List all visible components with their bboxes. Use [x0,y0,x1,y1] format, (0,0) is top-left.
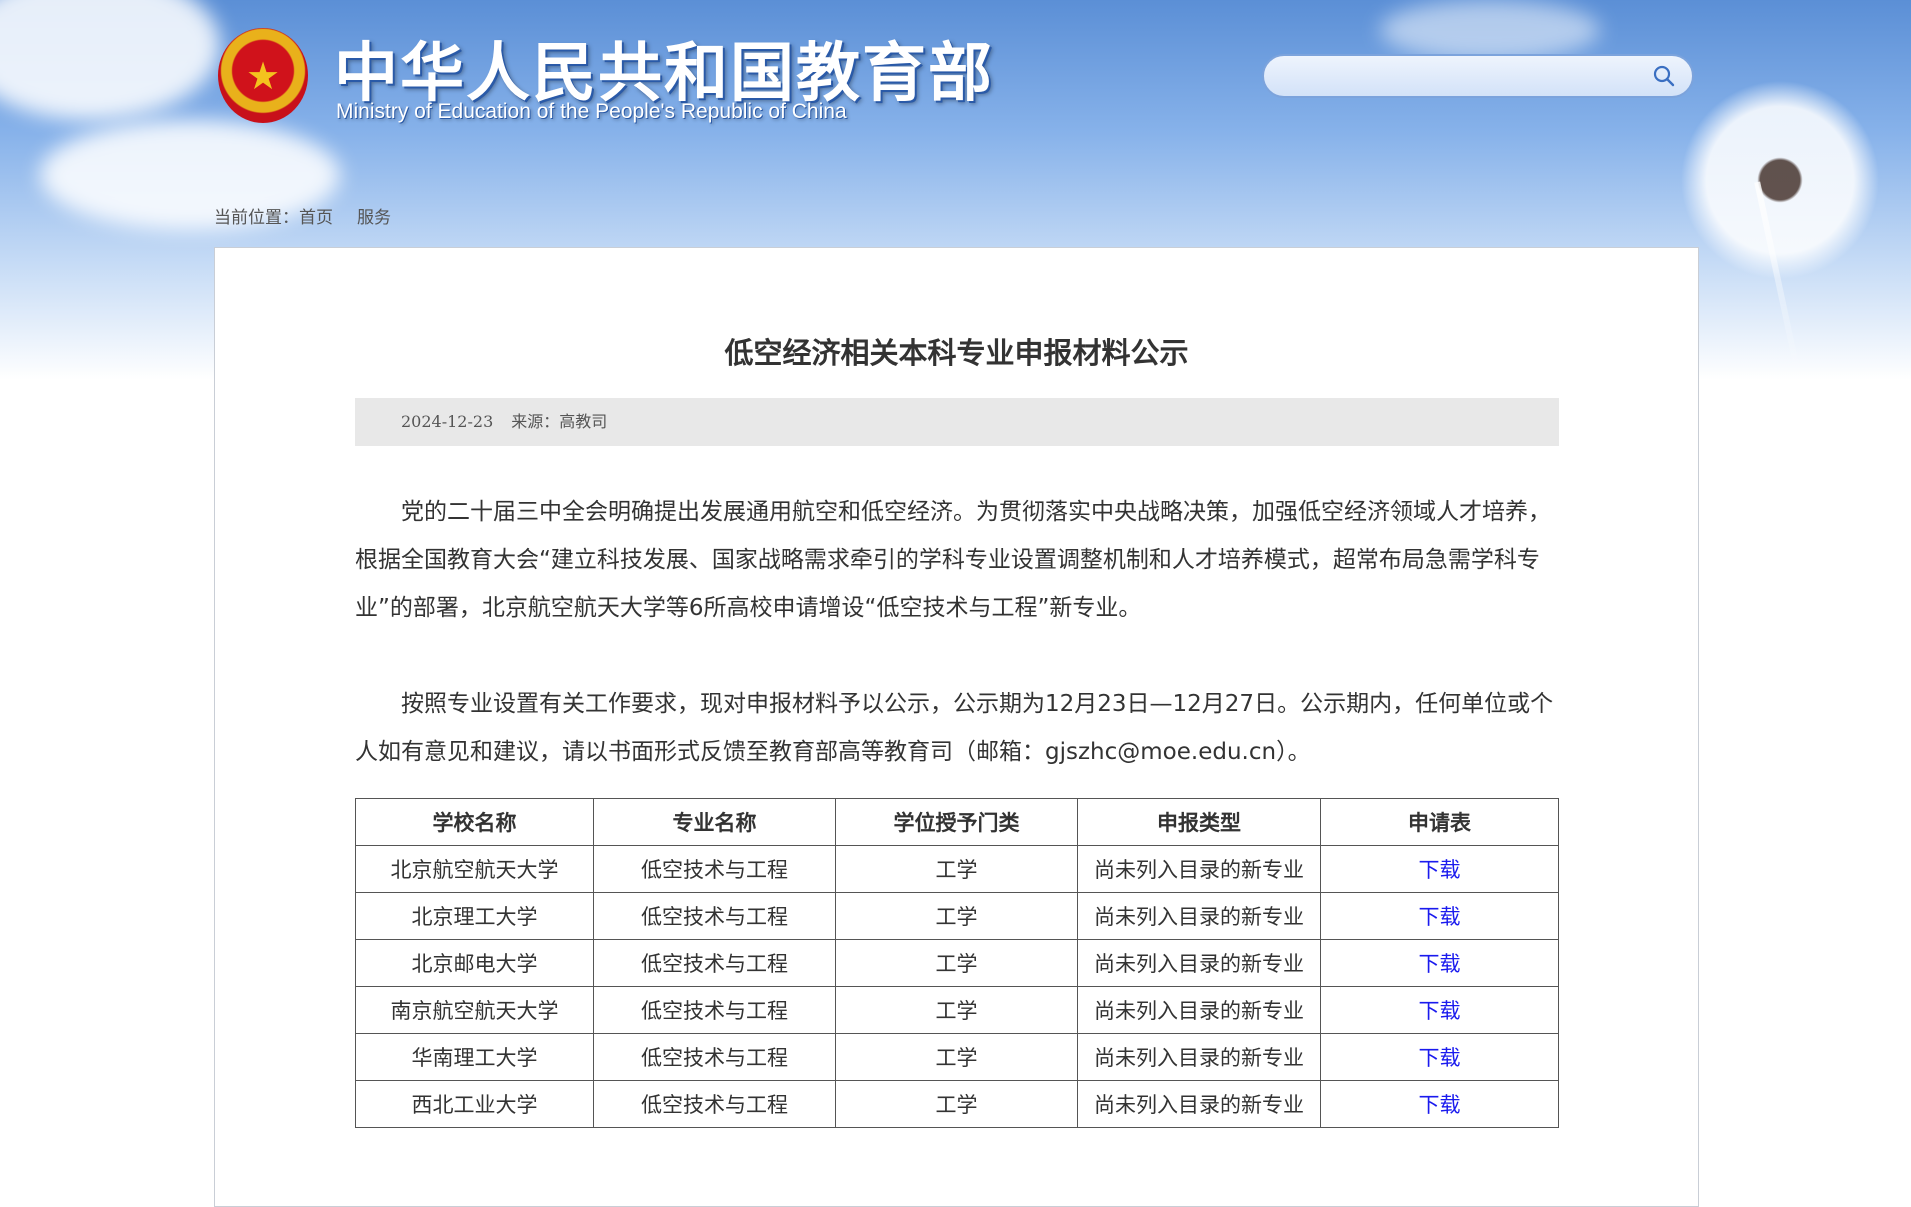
cell-form: 下载 [1320,1033,1559,1081]
cloud-decoration [1380,0,1600,60]
column-header-school: 学校名称 [355,798,594,846]
breadcrumb-item-service[interactable]: 服务 [357,208,391,228]
table-row: 南京航空航天大学 低空技术与工程 工学 尚未列入目录的新专业 下载 [355,986,1559,1034]
column-header-major: 专业名称 [593,798,836,846]
national-emblem-icon: ★ [218,28,308,123]
article-container: 低空经济相关本科专业申报材料公示 2024-12-23 来源：高教司 党的二十届三… [214,247,1699,1207]
download-link[interactable]: 下载 [1419,858,1461,882]
download-link[interactable]: 下载 [1419,1093,1461,1117]
download-link[interactable]: 下载 [1419,952,1461,976]
cell-degree: 工学 [835,892,1078,940]
cell-type: 尚未列入目录的新专业 [1077,845,1321,893]
cell-school: 南京航空航天大学 [355,986,594,1034]
cell-degree: 工学 [835,986,1078,1034]
cell-degree: 工学 [835,1033,1078,1081]
article-paragraph: 按照专业设置有关工作要求，现对申报材料予以公示，公示期为12月23日—12月27… [355,691,1554,765]
breadcrumb-item-home[interactable]: 首页 [299,208,333,228]
cell-school: 北京理工大学 [355,892,594,940]
cell-form: 下载 [1320,939,1559,987]
cell-major: 低空技术与工程 [593,939,836,987]
table-row: 北京理工大学 低空技术与工程 工学 尚未列入目录的新专业 下载 [355,892,1559,940]
search-input[interactable] [1282,56,1646,98]
search-box [1262,54,1694,98]
cell-school: 西北工业大学 [355,1080,594,1128]
table-header-row: 学校名称 专业名称 学位授予门类 申报类型 申请表 [355,798,1559,846]
breadcrumb-label: 当前位置： [214,208,299,228]
cell-degree: 工学 [835,845,1078,893]
search-icon[interactable] [1652,64,1676,88]
dandelion-decoration [1680,80,1880,280]
article-meta: 2024-12-23 来源：高教司 [355,398,1559,446]
cell-form: 下载 [1320,1080,1559,1128]
cell-major: 低空技术与工程 [593,1080,836,1128]
logo-title-en: Ministry of Education of the People's Re… [336,100,847,123]
cell-type: 尚未列入目录的新专业 [1077,1033,1321,1081]
download-link[interactable]: 下载 [1419,905,1461,929]
cell-major: 低空技术与工程 [593,1033,836,1081]
cell-degree: 工学 [835,1080,1078,1128]
article-paragraph: 党的二十届三中全会明确提出发展通用航空和低空经济。为贯彻落实中央战略决策，加强低… [355,499,1551,621]
cell-school: 北京航空航天大学 [355,845,594,893]
cell-school: 华南理工大学 [355,1033,594,1081]
cell-major: 低空技术与工程 [593,986,836,1034]
cell-form: 下载 [1320,892,1559,940]
cell-type: 尚未列入目录的新专业 [1077,986,1321,1034]
download-link[interactable]: 下载 [1419,999,1461,1023]
table-row: 北京航空航天大学 低空技术与工程 工学 尚未列入目录的新专业 下载 [355,845,1559,893]
article-date: 2024-12-23 [401,412,494,431]
cell-type: 尚未列入目录的新专业 [1077,892,1321,940]
cell-form: 下载 [1320,845,1559,893]
article-source: 来源：高教司 [511,412,608,431]
table-row: 华南理工大学 低空技术与工程 工学 尚未列入目录的新专业 下载 [355,1033,1559,1081]
breadcrumb: 当前位置：首页 服务 [214,203,415,228]
cell-major: 低空技术与工程 [593,845,836,893]
article-title: 低空经济相关本科专业申报材料公示 [724,336,1189,370]
download-link[interactable]: 下载 [1419,1046,1461,1070]
column-header-form: 申请表 [1320,798,1559,846]
cell-form: 下载 [1320,986,1559,1034]
table-row: 西北工业大学 低空技术与工程 工学 尚未列入目录的新专业 下载 [355,1080,1559,1128]
cell-degree: 工学 [835,939,1078,987]
cell-major: 低空技术与工程 [593,892,836,940]
cell-type: 尚未列入目录的新专业 [1077,939,1321,987]
cloud-decoration [0,0,220,120]
table-row: 北京邮电大学 低空技术与工程 工学 尚未列入目录的新专业 下载 [355,939,1559,987]
cell-type: 尚未列入目录的新专业 [1077,1080,1321,1128]
column-header-degree: 学位授予门类 [835,798,1078,846]
column-header-type: 申报类型 [1077,798,1321,846]
cell-school: 北京邮电大学 [355,939,594,987]
application-table: 学校名称 专业名称 学位授予门类 申报类型 申请表 北京航空航天大学 低空技术与… [355,798,1559,1128]
